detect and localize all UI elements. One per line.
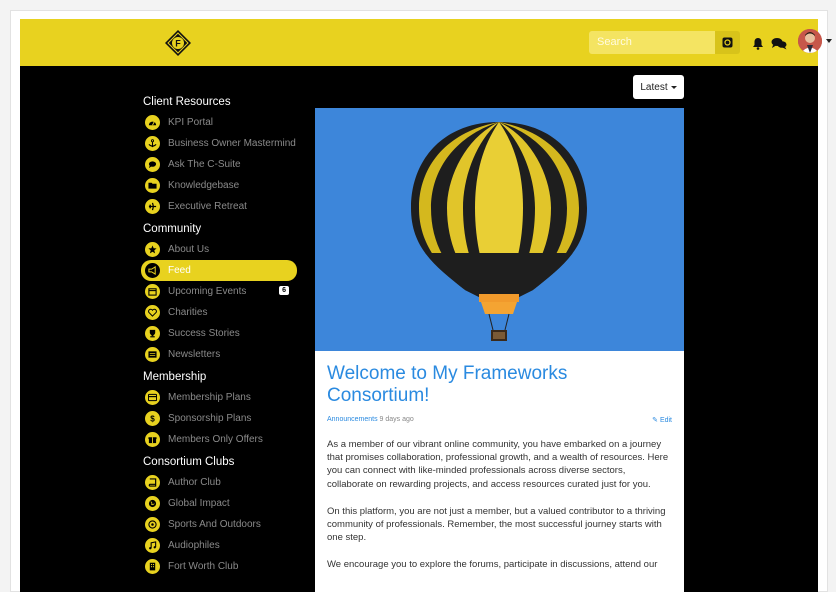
post-timestamp: 9 days ago: [379, 416, 414, 423]
sidebar-item-label: Success Stories: [168, 328, 240, 339]
sidebar-item-knowledgebase[interactable]: Knowledgebase: [141, 175, 297, 196]
dashboard-icon: [145, 115, 160, 130]
folder-icon: [145, 178, 160, 193]
heart-icon: [145, 305, 160, 320]
music-icon: [145, 538, 160, 553]
sidebar-item-label: Sports And Outdoors: [168, 519, 261, 530]
post-paragraph: As a member of our vibrant online commun…: [327, 439, 669, 490]
sidebar-item-label: Members Only Offers: [168, 434, 263, 445]
sidebar-item-label: Executive Retreat: [168, 201, 247, 212]
ball-icon: [145, 517, 160, 532]
sidebar-nav: Client Resources KPI Portal Business Owner…: [141, 90, 301, 577]
sidebar-item-newsletters[interactable]: Newsletters: [141, 344, 297, 365]
trophy-icon: [145, 326, 160, 341]
post-paragraph: We encourage you to explore the forums, …: [327, 559, 658, 571]
sidebar-item-label: Business Owner Mastermind: [168, 138, 296, 149]
sidebar-item-members-only-offers[interactable]: Members Only Offers: [141, 429, 297, 450]
sidebar-item-label: Global Impact: [168, 498, 230, 509]
sidebar-section-title: Client Resources: [143, 96, 231, 108]
sidebar-item-label: Feed: [168, 265, 191, 276]
sidebar-section-title: Community: [143, 223, 202, 235]
dollar-icon: $: [145, 411, 160, 426]
svg-text:$: $: [150, 415, 155, 423]
count-badge: 6: [279, 286, 289, 295]
post-hero-image: [315, 108, 684, 351]
sidebar-item-upcoming-events[interactable]: Upcoming Events 6: [141, 281, 297, 302]
sidebar-item-label: Fort Worth Club: [168, 561, 239, 572]
post-meta: Announcements 9 days ago ✎ Edit: [327, 416, 672, 424]
sidebar-item-fort-worth-club[interactable]: Fort Worth Club: [141, 556, 297, 577]
sidebar-item-charities[interactable]: Charities: [141, 302, 297, 323]
main-content-area: Client Resources KPI Portal Business Owner…: [20, 66, 818, 592]
newspaper-icon: [145, 347, 160, 362]
sidebar-item-label: Upcoming Events: [168, 286, 247, 297]
sidebar-item-label: Knowledgebase: [168, 180, 240, 191]
edit-label: Edit: [659, 417, 672, 424]
post-category-link[interactable]: Announcements: [327, 416, 378, 423]
calendar-icon: [145, 284, 160, 299]
sidebar-item-label: Audiophiles: [168, 540, 220, 551]
megaphone-icon: [145, 263, 160, 278]
building-icon: [145, 559, 160, 574]
sidebar-item-label: About Us: [168, 244, 210, 255]
sidebar-item-label: Newsletters: [168, 349, 221, 360]
user-menu-caret-icon[interactable]: [826, 39, 832, 43]
chevron-down-icon: [670, 85, 677, 89]
top-navbar: F Search: [20, 19, 832, 66]
edit-icon: ✎: [652, 417, 658, 424]
globe-icon: [145, 496, 160, 511]
sidebar-item-label: Membership Plans: [168, 392, 251, 403]
sidebar-item-success-stories[interactable]: Success Stories: [141, 323, 297, 344]
sidebar-item-ask-the-c-suite[interactable]: Ask The C-Suite: [141, 154, 297, 175]
sidebar-item-about-us[interactable]: About Us: [141, 239, 297, 260]
sidebar-item-label: KPI Portal: [168, 117, 214, 128]
anchor-icon: [145, 136, 160, 151]
sidebar-item-label: Ask The C-Suite: [168, 159, 241, 170]
sidebar-item-label: Charities: [168, 307, 208, 318]
book-icon: [145, 475, 160, 490]
sidebar-item-executive-retreat[interactable]: Executive Retreat: [141, 196, 297, 217]
chat-icon: [145, 157, 160, 172]
sort-dropdown-label: Latest: [640, 81, 668, 93]
sidebar-item-label: Author Club: [168, 477, 221, 488]
post-paragraph: On this platform, you are not just a mem…: [327, 505, 666, 544]
gift-icon: [145, 432, 160, 447]
search-input[interactable]: Search: [589, 31, 715, 54]
sort-dropdown[interactable]: Latest: [633, 75, 684, 99]
sidebar-item-author-club[interactable]: Author Club: [141, 472, 297, 493]
plane-icon: [145, 199, 160, 214]
logo-icon[interactable]: F: [164, 29, 192, 57]
sidebar-item-kpi-portal[interactable]: KPI Portal: [141, 112, 297, 133]
notifications-bell-icon[interactable]: [749, 34, 767, 52]
sidebar-item-sports-and-outdoors[interactable]: Sports And Outdoors: [141, 514, 297, 535]
sidebar-item-sponsorship-plans[interactable]: $ Sponsorship Plans: [141, 408, 297, 429]
svg-text:F: F: [175, 39, 181, 49]
messages-chat-icon[interactable]: [770, 34, 788, 52]
sidebar-section-title: Consortium Clubs: [143, 456, 235, 468]
user-avatar[interactable]: [798, 29, 822, 53]
star-icon: [145, 242, 160, 257]
edit-post-link[interactable]: ✎ Edit: [652, 416, 672, 424]
sidebar-section-title: Membership: [143, 371, 207, 383]
search-icon: [722, 37, 733, 48]
sidebar-item-business-owner-mastermind[interactable]: Business Owner Mastermind: [141, 133, 297, 154]
sidebar-item-label: Sponsorship Plans: [168, 413, 252, 424]
sidebar-item-feed[interactable]: Feed: [141, 260, 297, 281]
sidebar-item-membership-plans[interactable]: Membership Plans: [141, 387, 297, 408]
post-title[interactable]: Welcome to My Frameworks Consortium!: [327, 363, 672, 407]
card-icon: [145, 390, 160, 405]
sidebar-item-audiophiles[interactable]: Audiophiles: [141, 535, 297, 556]
sidebar-item-global-impact[interactable]: Global Impact: [141, 493, 297, 514]
post-card: Welcome to My Frameworks Consortium! Ann…: [315, 108, 684, 592]
search-button[interactable]: [715, 31, 740, 54]
